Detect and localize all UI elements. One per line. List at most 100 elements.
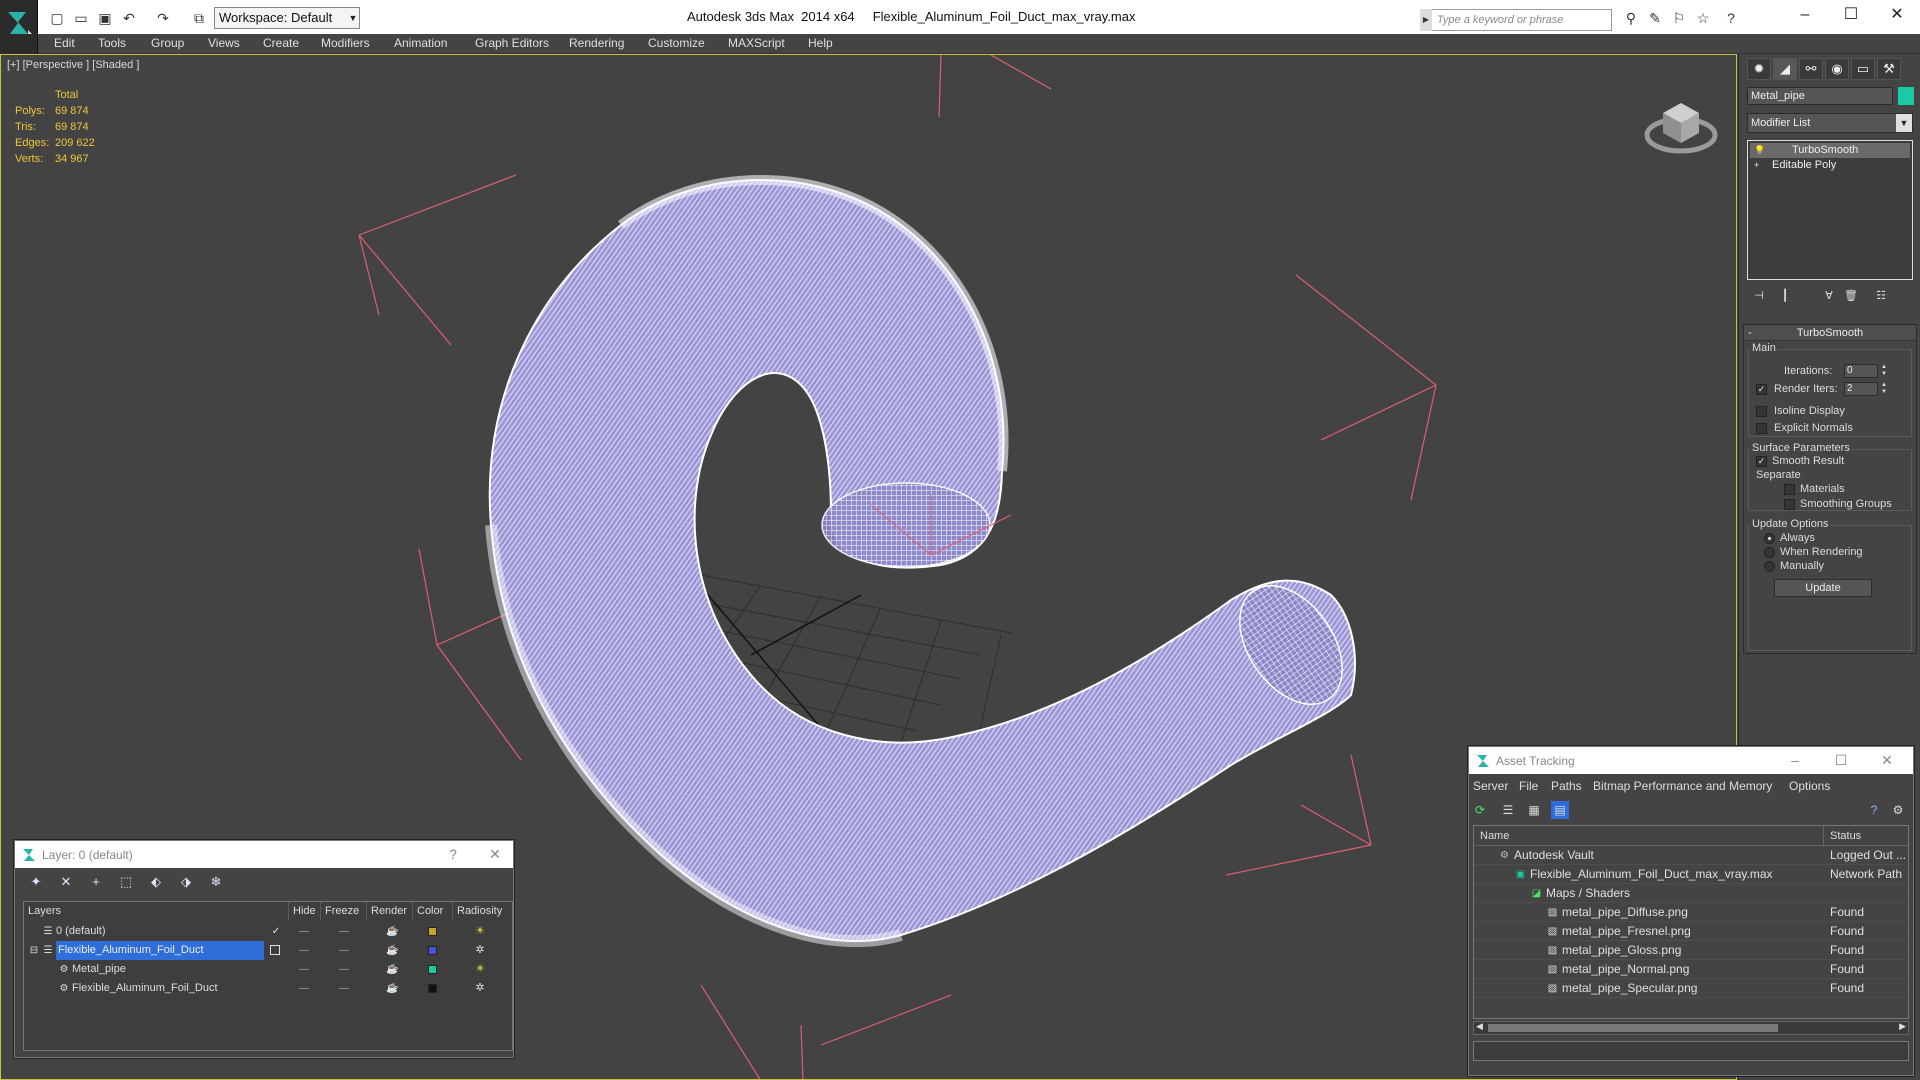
- render-iters-spinner[interactable]: 2: [1844, 382, 1878, 396]
- save-file-icon[interactable]: ▣: [96, 9, 114, 27]
- asset-row[interactable]: ▧ metal_pipe_Fresnel.png Found: [1474, 922, 1910, 941]
- add-to-layer-icon[interactable]: +: [87, 873, 105, 891]
- motion-tab-icon[interactable]: ◉: [1825, 58, 1849, 80]
- layer-color-swatch[interactable]: [428, 946, 437, 955]
- layer-color-swatch[interactable]: [428, 965, 437, 974]
- search-expand-icon[interactable]: ▶: [1420, 9, 1432, 31]
- freeze-toggle[interactable]: —: [338, 983, 350, 994]
- hide-toggle[interactable]: —: [298, 983, 310, 994]
- menu-tools[interactable]: Tools: [98, 36, 126, 50]
- radiosity-bulb-icon[interactable]: ☀: [474, 963, 486, 976]
- scrollbar-thumb[interactable]: [1488, 1024, 1778, 1032]
- column-header-layers[interactable]: Layers: [24, 902, 264, 920]
- show-end-result-icon[interactable]: ┃: [1777, 288, 1793, 304]
- make-unique-icon[interactable]: ∀: [1821, 288, 1837, 304]
- binoculars-icon[interactable]: ⚲: [1622, 9, 1640, 27]
- maximize-button[interactable]: ☐: [1831, 751, 1851, 769]
- set-active-layer-box[interactable]: [270, 945, 280, 955]
- active-layer-check-icon[interactable]: ✓: [270, 926, 282, 937]
- viewport-label[interactable]: [+] [Perspective ] [Shaded ]: [7, 59, 139, 71]
- column-header-hide[interactable]: Hide: [288, 902, 320, 920]
- menu-create[interactable]: Create: [263, 36, 299, 50]
- project-folder-icon[interactable]: ⧉: [190, 9, 208, 27]
- hierarchy-tab-icon[interactable]: ⚯: [1799, 58, 1823, 80]
- layer-row[interactable]: ☰ 0 (default) ✓ — — ☕ ☀: [24, 922, 514, 941]
- menu-server[interactable]: Server: [1473, 779, 1508, 793]
- layer-name[interactable]: 0 (default): [56, 922, 106, 941]
- freeze-toggle[interactable]: —: [338, 945, 350, 956]
- freeze-toggle[interactable]: —: [338, 926, 350, 937]
- layer-row[interactable]: ⊟ ☰ Flexible_Aluminum_Foil_Duct — — ☕ ✲: [24, 941, 514, 960]
- hide-toggle[interactable]: —: [298, 945, 310, 956]
- thumbnail-view-icon[interactable]: ▦: [1525, 801, 1543, 819]
- close-icon[interactable]: ✕: [1877, 751, 1897, 769]
- hide-all-layers-icon[interactable]: ⬗: [177, 873, 195, 891]
- render-teapot-icon[interactable]: ☕: [386, 945, 398, 956]
- asset-row[interactable]: ▧ metal_pipe_Diffuse.png Found: [1474, 903, 1910, 922]
- menu-paths[interactable]: Paths: [1551, 779, 1582, 793]
- render-teapot-icon[interactable]: ☕: [386, 926, 398, 937]
- help-icon[interactable]: ?: [1865, 801, 1883, 819]
- menu-rendering[interactable]: Rendering: [569, 36, 624, 50]
- render-teapot-icon[interactable]: ☕: [386, 964, 398, 975]
- app-menu-button[interactable]: [0, 0, 38, 54]
- horizontal-scrollbar[interactable]: ◀ ▶: [1473, 1021, 1909, 1035]
- close-window-button[interactable]: ✕: [1874, 0, 1920, 32]
- close-icon[interactable]: ✕: [485, 845, 505, 863]
- undo-icon[interactable]: ↶: [120, 9, 138, 27]
- smooth-result-checkbox[interactable]: ✓: [1756, 456, 1767, 467]
- menu-animation[interactable]: Animation: [394, 36, 447, 50]
- layer-panel-titlebar[interactable]: Layer: 0 (default) ? ✕: [15, 841, 513, 868]
- maximize-button[interactable]: ☐: [1828, 0, 1874, 32]
- layer-name[interactable]: Flexible_Aluminum_Foil_Duct: [56, 941, 264, 960]
- highlight-layer-icon[interactable]: ⬖: [147, 873, 165, 891]
- layer-row[interactable]: ⚙ Flexible_Aluminum_Foil_Duct — — ☕ ✲: [24, 979, 514, 998]
- materials-checkbox[interactable]: [1784, 484, 1795, 495]
- menu-options[interactable]: Options: [1789, 779, 1830, 793]
- asset-row[interactable]: ◪ Maps / Shaders: [1474, 884, 1910, 903]
- menu-group[interactable]: Group: [151, 36, 184, 50]
- create-layer-icon[interactable]: ✦: [27, 873, 45, 891]
- scroll-left-icon[interactable]: ◀: [1476, 1021, 1483, 1032]
- menu-help[interactable]: Help: [808, 36, 833, 50]
- layer-color-swatch[interactable]: [428, 984, 437, 993]
- column-header-render[interactable]: Render: [366, 902, 412, 920]
- radiosity-bulb-icon[interactable]: ✲: [474, 982, 486, 995]
- asset-panel-titlebar[interactable]: Asset Tracking – ☐ ✕: [1469, 747, 1913, 774]
- freeze-toggle[interactable]: —: [338, 964, 350, 975]
- favorites-icon[interactable]: ⚐: [1670, 9, 1688, 27]
- radiosity-bulb-icon[interactable]: ✲: [474, 944, 486, 957]
- menu-edit[interactable]: Edit: [54, 36, 75, 50]
- scroll-right-icon[interactable]: ▶: [1899, 1021, 1906, 1032]
- workspace-dropdown[interactable]: Workspace: Default: [214, 7, 360, 29]
- freeze-all-layers-icon[interactable]: ❄: [207, 873, 225, 891]
- hide-toggle[interactable]: —: [298, 964, 310, 975]
- search-input[interactable]: Type a keyword or phrase: [1420, 9, 1612, 31]
- asset-row[interactable]: ▧ metal_pipe_Specular.png Found: [1474, 979, 1910, 998]
- layer-name[interactable]: Metal_pipe: [72, 960, 126, 979]
- column-header-name[interactable]: Name: [1474, 826, 1824, 846]
- select-objects-icon[interactable]: ⬚: [117, 873, 135, 891]
- create-tab-icon[interactable]: ✹: [1747, 58, 1771, 80]
- utilities-tab-icon[interactable]: ⚒: [1877, 58, 1901, 80]
- minimize-button[interactable]: –: [1785, 751, 1805, 769]
- always-radio[interactable]: [1764, 533, 1775, 544]
- menu-graph-editors[interactable]: Graph Editors: [475, 36, 549, 50]
- chevron-down-icon[interactable]: ▼: [346, 7, 360, 29]
- display-tab-icon[interactable]: ▭: [1851, 58, 1875, 80]
- layer-color-swatch[interactable]: [428, 927, 437, 936]
- star-icon[interactable]: ☆: [1694, 9, 1712, 27]
- column-header-radiosity[interactable]: Radiosity: [452, 902, 512, 920]
- column-header-color[interactable]: Color: [412, 902, 452, 920]
- when-rendering-radio[interactable]: [1764, 547, 1775, 558]
- asset-row[interactable]: ⚙ Autodesk Vault Logged Out ...: [1474, 846, 1910, 865]
- new-file-icon[interactable]: ▢: [48, 9, 66, 27]
- asset-row[interactable]: ▣ Flexible_Aluminum_Foil_Duct_max_vray.m…: [1474, 865, 1910, 884]
- menu-bitmap-performance[interactable]: Bitmap Performance and Memory: [1593, 779, 1772, 793]
- settings-icon[interactable]: ⚙: [1889, 801, 1907, 819]
- modifier-list-dropdown[interactable]: Modifier List ▼: [1747, 113, 1913, 133]
- manually-radio[interactable]: [1764, 561, 1775, 572]
- delete-layer-icon[interactable]: ✕: [57, 873, 75, 891]
- redo-icon[interactable]: ↷: [154, 9, 172, 27]
- smoothing-groups-checkbox[interactable]: [1784, 499, 1795, 510]
